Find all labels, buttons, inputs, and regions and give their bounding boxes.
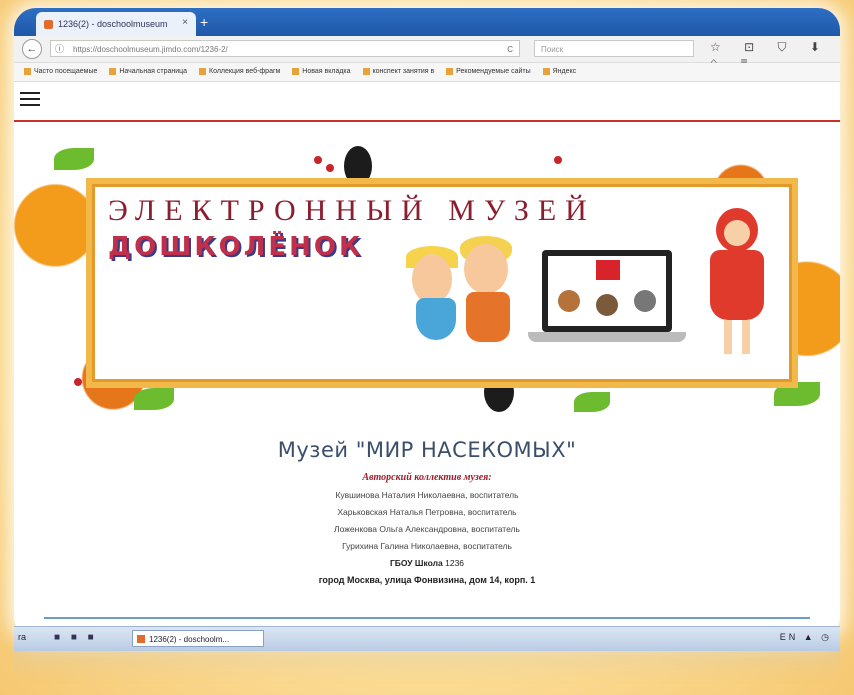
bookmark-icon — [292, 67, 300, 75]
museum-info: Музей "МИР НАСЕКОМЫХ" Авторский коллекти… — [14, 434, 840, 585]
bookmark-icon — [542, 67, 550, 75]
bookmark-label: Рекомендуемые сайты — [456, 68, 531, 75]
bookmark-icon — [109, 67, 117, 75]
new-tab-button[interactable]: + — [200, 15, 208, 29]
school-name: ГБОУ Школа 1236 — [14, 558, 840, 568]
browser-tab[interactable]: 1236(2) - doschoolmuseum × — [36, 12, 196, 36]
children-illustration — [406, 228, 522, 368]
author-line: Кувшинова Наталия Николаевна, воспитател… — [335, 490, 519, 500]
bookmark-item[interactable]: конспект занятия в — [362, 63, 435, 81]
reflection — [14, 650, 840, 680]
url-text: https://doschoolmuseum.jimdo.com/1236-2/ — [73, 45, 228, 54]
close-tab-icon[interactable]: × — [182, 17, 188, 28]
address: город Москва, улица Фонвизина, дом 14, к… — [318, 575, 536, 585]
start-button[interactable]: ra — [18, 632, 26, 642]
bookmark-item[interactable]: Коллекция веб-фрагм — [199, 63, 280, 81]
bookmark-label: Новая вкладка — [302, 68, 351, 75]
footer-divider — [44, 617, 810, 619]
author-line: Харьковская Наталья Петровна, воспитател… — [337, 507, 517, 517]
bookmark-label: конспект занятия в — [372, 68, 435, 75]
bookmark-label: Коллекция веб-фрагм — [209, 68, 281, 75]
os-taskbar: ra ■ ■ ■ 1236(2) - doschoolm... EN ▲ ◷ — [14, 626, 840, 651]
banner-subtitle: ДОШКОЛЁНОК — [108, 232, 364, 262]
bookmark-label: Яндекс — [552, 68, 577, 75]
browser-window: 1236(2) - doschoolmuseum × + ← ⓘ https:/… — [14, 8, 840, 638]
laptop-base — [528, 332, 686, 342]
school-number: 1236 — [445, 558, 465, 568]
nav-bar: ← ⓘ https://doschoolmuseum.jimdo.com/123… — [14, 36, 840, 69]
banner-card: ЭЛЕКТРОННЫЙ МУЗЕЙ ДОШКОЛЁНОК — [86, 178, 798, 388]
bookmark-icon — [446, 67, 454, 75]
school-label: ГБОУ Школа — [389, 558, 443, 568]
browser-icon — [137, 635, 145, 643]
leaf-decoration — [54, 148, 94, 170]
bookmark-item[interactable]: Начальная страница — [109, 63, 187, 81]
author-line: Ложенкова Ольга Александровна, воспитате… — [334, 524, 520, 534]
banner-title: ЭЛЕКТРОННЫЙ МУЗЕЙ — [108, 194, 596, 227]
berry-decoration — [74, 378, 82, 386]
page-title: Музей "МИР НАСЕКОМЫХ" — [277, 438, 577, 462]
address-bar[interactable]: ⓘ https://doschoolmuseum.jimdo.com/1236-… — [50, 40, 520, 57]
taskbar-window-label: 1236(2) - doschoolm... — [149, 635, 230, 644]
tab-title: 1236(2) - doschoolmuseum — [58, 19, 168, 29]
bookmarks-bar: Часто посещаемые Начальная страница Колл… — [14, 63, 840, 82]
bookmark-icon — [24, 67, 31, 75]
bookmark-item[interactable]: Рекомендуемые сайты — [446, 63, 531, 81]
web-page: ЭЛЕКТРОННЫЙ МУЗЕЙ ДОШКОЛЁНОК Музей "МИР … — [14, 82, 840, 638]
quick-launch-icons[interactable]: ■ ■ ■ — [54, 632, 98, 643]
berry-decoration — [326, 164, 334, 172]
leaf-decoration — [574, 392, 610, 412]
bookmark-item[interactable]: Яндекс — [542, 63, 577, 81]
museum-banner: ЭЛЕКТРОННЫЙ МУЗЕЙ ДОШКОЛЁНОК — [14, 142, 840, 420]
reload-icon[interactable]: C — [507, 41, 513, 58]
back-button[interactable]: ← — [22, 39, 42, 59]
berry-decoration — [314, 156, 322, 164]
leaf-decoration — [134, 388, 174, 410]
favicon-icon — [44, 19, 53, 29]
system-tray[interactable]: EN ▲ ◷ — [780, 632, 832, 643]
tab-bar: 1236(2) - doschoolmuseum × + — [14, 8, 840, 36]
menu-icon[interactable] — [20, 92, 40, 110]
bookmark-label: Начальная страница — [119, 68, 188, 75]
author-line: Гурихина Галина Николаевна, воспитатель — [342, 541, 512, 551]
site-info-icon[interactable]: ⓘ — [55, 41, 64, 58]
header-divider — [14, 120, 840, 122]
bookmark-item[interactable]: Новая вкладка — [292, 63, 351, 81]
bookmark-item[interactable]: Часто посещаемые — [24, 63, 97, 81]
bookmark-label: Часто посещаемые — [34, 68, 98, 75]
search-input[interactable]: Поиск — [534, 40, 694, 57]
laptop-illustration — [542, 250, 672, 332]
berry-decoration — [554, 156, 562, 164]
taskbar-window-button[interactable]: 1236(2) - doschoolm... — [132, 630, 264, 647]
bookmark-icon — [199, 67, 207, 75]
bookmark-icon — [362, 67, 370, 75]
doll-illustration — [702, 208, 772, 368]
authors-label: Авторский коллектив музея: — [362, 472, 492, 483]
